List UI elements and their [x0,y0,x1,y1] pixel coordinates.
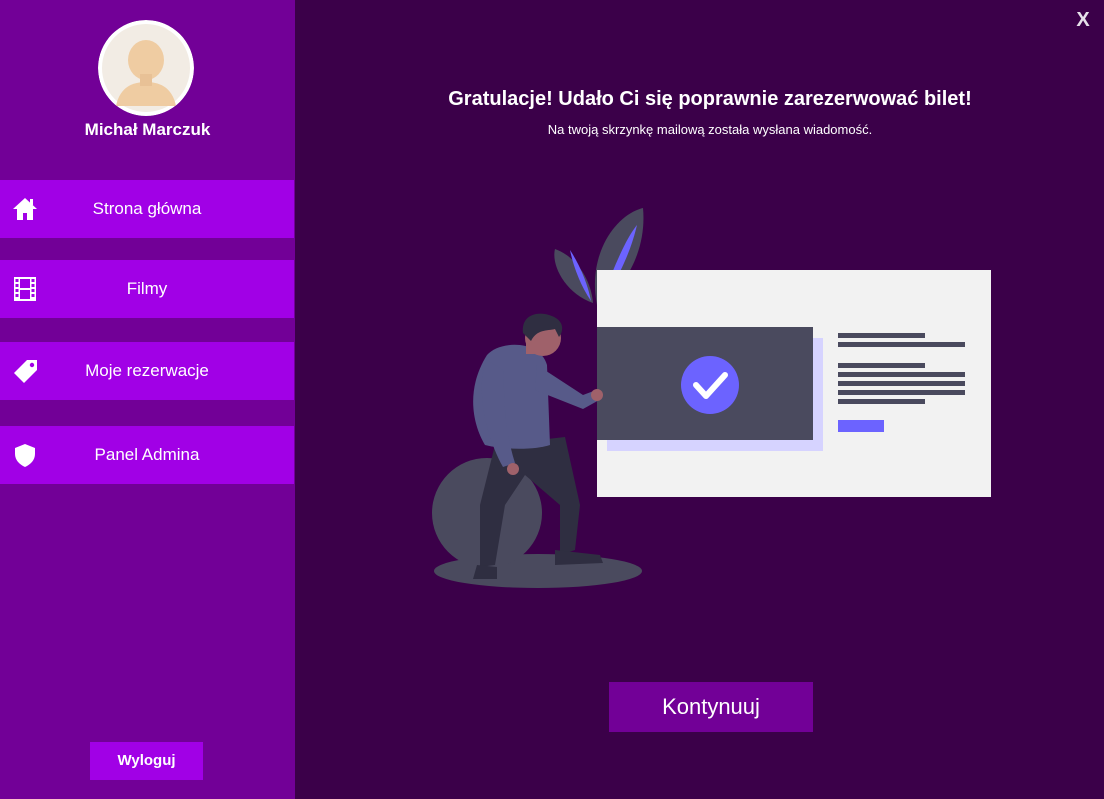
sidebar-item-home[interactable]: Strona główna [0,180,294,238]
app-window: Michał Marczuk Strona główna Filmy Moje … [0,0,1104,799]
page-subtitle: Na twoją skrzynkę mailową została wysłan… [547,122,873,137]
sidebar-item-label: Strona główna [92,199,202,218]
continue-button[interactable]: Kontynuuj [609,682,813,732]
sidebar-item-admin-panel[interactable]: Panel Admina [0,426,294,484]
sidebar-item-label: Moje rezerwacje [85,361,209,380]
sidebar-item-reservations[interactable]: Moje rezerwacje [0,342,294,400]
success-illustration [425,205,995,595]
user-name: Michał Marczuk [84,120,211,139]
page-title: Gratulacje! Udało Ci się poprawnie zarez… [448,88,972,110]
close-button[interactable]: X [1072,8,1094,32]
sidebar-item-films[interactable]: Filmy [0,260,294,318]
sidebar-item-label: Panel Admina [94,445,200,464]
avatar-image [98,20,194,116]
avatar [98,20,194,116]
sidebar-item-label: Filmy [126,279,168,298]
logout-button[interactable]: Wyloguj [90,742,203,780]
sidebar: Michał Marczuk Strona główna Filmy Moje … [0,0,295,799]
